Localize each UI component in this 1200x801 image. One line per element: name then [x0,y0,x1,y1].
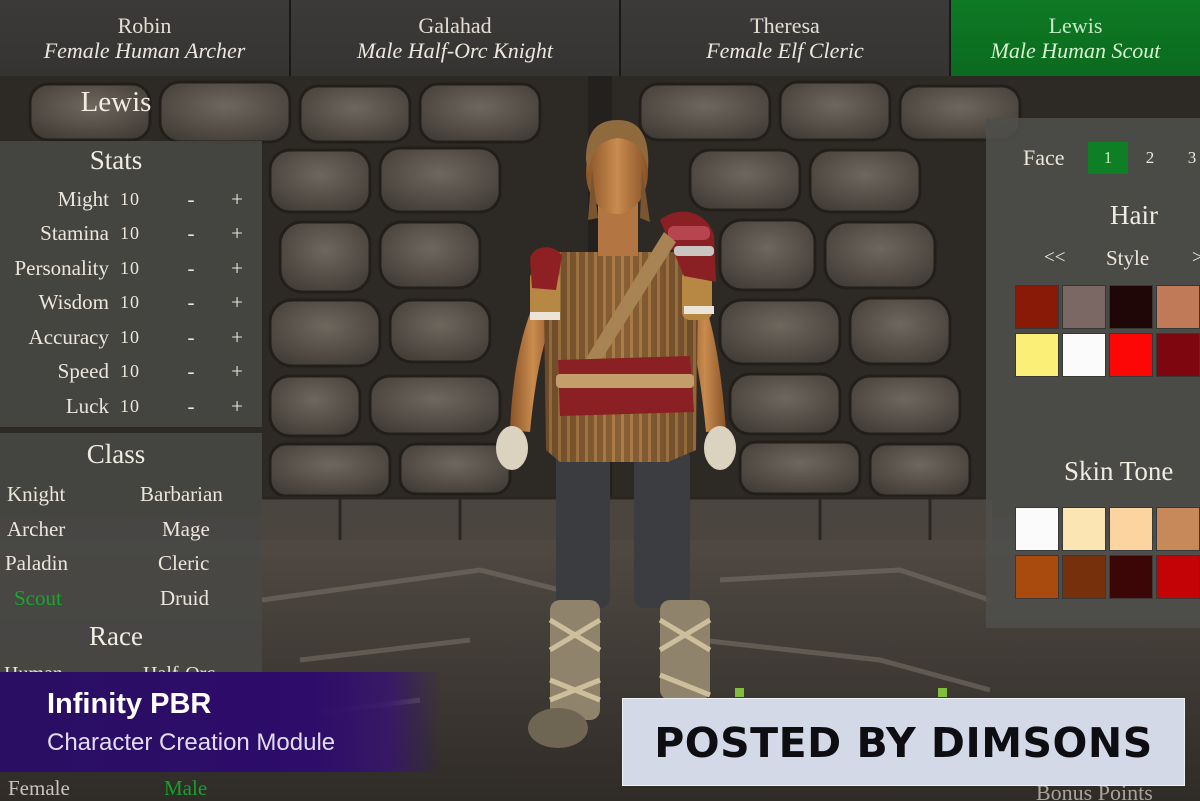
skin-tone-swatch[interactable] [1016,556,1058,598]
skin-tone-swatch[interactable] [1063,556,1105,598]
class-title: Class [86,439,146,469]
decorative-mark [735,688,744,697]
character-name[interactable]: Lewis [0,86,232,119]
stat-label: Luck [65,394,109,418]
stat-row-speed: Speed 10 - + [0,359,262,393]
stat-value: 10 [120,396,140,416]
watermark-banner: POSTED BY DIMSONS [622,698,1185,786]
brand-title: Infinity PBR [47,688,212,720]
tab-name: Theresa [750,13,820,38]
increase-might-button[interactable]: + [228,187,246,212]
hair-title: Hair [1110,200,1158,230]
increase-luck-button[interactable]: + [228,394,246,419]
stat-label: Wisdom [38,290,109,314]
decorative-mark [938,688,947,697]
tab-lewis[interactable]: Lewis Male Human Scout [951,0,1200,76]
tab-name: Robin [117,13,172,38]
stat-label: Stamina [40,221,109,245]
skin-tone-swatch[interactable] [1110,508,1152,550]
race-title: Race [89,621,143,651]
stat-value: 10 [120,327,140,347]
decrease-stamina-button[interactable]: - [184,221,198,246]
skin-tone-title: Skin Tone [1064,456,1174,486]
class-option-paladin[interactable]: Paladin [5,551,68,576]
stats-title: Stats [89,145,143,175]
skin-tone-swatch[interactable] [1157,556,1199,598]
decrease-wisdom-button[interactable]: - [184,290,198,315]
increase-accuracy-button[interactable]: + [228,325,246,350]
increase-stamina-button[interactable]: + [228,221,246,246]
tab-galahad[interactable]: Galahad Male Half-Orc Knight [291,0,621,76]
class-option-scout[interactable]: Scout [14,586,62,611]
tab-description: Female Elf Cleric [706,38,864,63]
class-option-druid[interactable]: Druid [160,586,209,611]
decrease-might-button[interactable]: - [184,187,198,212]
stat-row-personality: Personality 10 - + [0,256,262,290]
tab-description: Male Half-Orc Knight [357,38,553,63]
face-label: Face [1023,145,1065,170]
hair-style-prev-button[interactable]: << [1044,247,1065,269]
increase-personality-button[interactable]: + [228,256,246,281]
stat-row-might: Might 10 - + [0,187,262,221]
brand-subtitle: Character Creation Module [47,729,336,756]
face-option-3[interactable]: 3 [1172,142,1200,174]
class-option-knight[interactable]: Knight [7,482,65,507]
gender-option-male[interactable]: Male [164,776,207,801]
stat-label: Personality [14,256,110,280]
hair-color-swatch[interactable] [1016,334,1058,376]
stat-label: Might [57,187,109,211]
hair-color-swatch[interactable] [1157,286,1199,328]
hair-color-swatch[interactable] [1157,334,1199,376]
brand-banner: Infinity PBR Character Creation Module [0,672,442,772]
stat-value: 10 [120,258,140,278]
stat-label: Speed [57,359,109,383]
decrease-luck-button[interactable]: - [184,394,198,419]
hair-color-swatch[interactable] [1016,286,1058,328]
gender-option-female[interactable]: Female [8,776,70,801]
class-option-cleric[interactable]: Cleric [158,551,209,576]
decrease-personality-button[interactable]: - [184,256,198,281]
stat-value: 10 [120,361,140,381]
stat-label: Accuracy [28,325,109,349]
stat-value: 10 [120,223,140,243]
class-option-mage[interactable]: Mage [162,517,210,542]
stats-panel: Stats Might 10 - + Stamina 10 - + Person… [0,141,262,427]
increase-wisdom-button[interactable]: + [228,290,246,315]
hair-color-swatch[interactable] [1063,334,1105,376]
class-option-barbarian[interactable]: Barbarian [140,482,223,507]
tab-theresa[interactable]: Theresa Female Elf Cleric [621,0,951,76]
stat-value: 10 [120,189,140,209]
hair-color-swatch[interactable] [1110,334,1152,376]
skin-tone-swatch[interactable] [1063,508,1105,550]
skin-tone-swatch[interactable] [1157,508,1199,550]
hair-color-swatch[interactable] [1110,286,1152,328]
character-tabs: Robin Female Human Archer Galahad Male H… [0,0,1200,76]
face-option-2[interactable]: 2 [1130,142,1170,174]
appearance-panel: Face 1 2 3 Hair << Style >> Skin Tone [986,118,1200,628]
face-option-1[interactable]: 1 [1088,142,1128,174]
stat-row-accuracy: Accuracy 10 - + [0,325,262,359]
increase-speed-button[interactable]: + [228,359,246,384]
tab-name: Lewis [1048,13,1103,38]
skin-tone-swatch[interactable] [1110,556,1152,598]
tab-robin[interactable]: Robin Female Human Archer [0,0,291,76]
class-panel: Class Knight Barbarian Archer Mage Palad… [0,433,262,685]
decrease-accuracy-button[interactable]: - [184,325,198,350]
stat-row-stamina: Stamina 10 - + [0,221,262,255]
hair-style-label: Style [1106,246,1150,270]
hair-color-swatch[interactable] [1063,286,1105,328]
class-option-archer[interactable]: Archer [7,517,65,542]
skin-tone-swatch[interactable] [1016,508,1058,550]
hair-style-next-button[interactable]: >> [1192,247,1200,269]
tab-description: Female Human Archer [43,38,246,63]
tab-name: Galahad [418,13,492,38]
stat-value: 10 [120,292,140,312]
stat-row-luck: Luck 10 - + [0,394,262,428]
tab-description: Male Human Scout [990,38,1161,63]
stat-row-wisdom: Wisdom 10 - + [0,290,262,324]
decrease-speed-button[interactable]: - [184,359,198,384]
